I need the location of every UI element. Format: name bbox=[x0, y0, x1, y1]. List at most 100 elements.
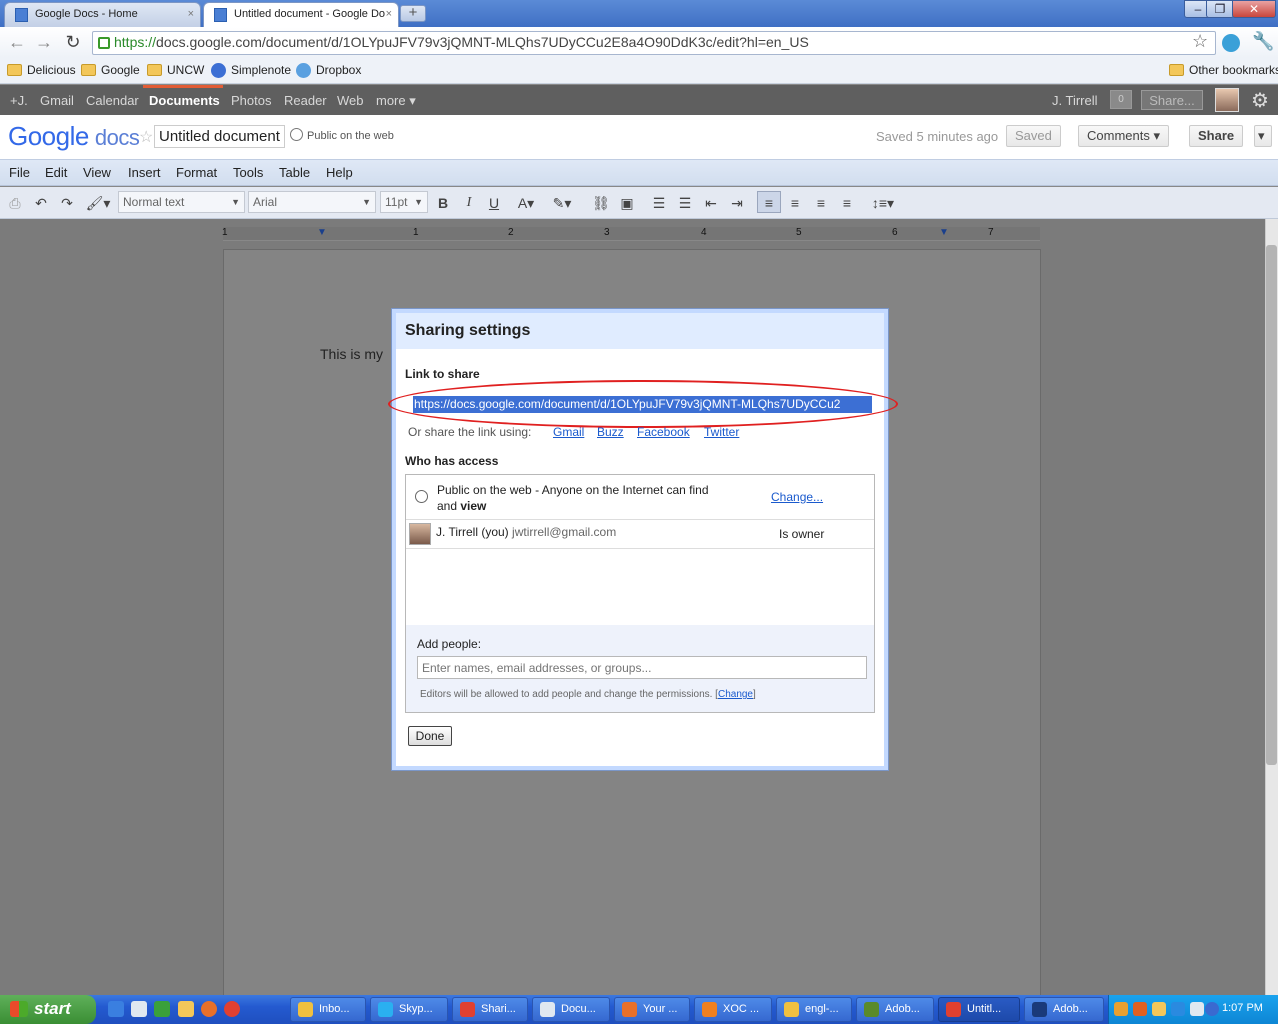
gbar-user-name[interactable]: J. Tirrell bbox=[1052, 93, 1098, 108]
highlight-color-icon[interactable]: ✎▾ bbox=[548, 195, 576, 212]
bold-icon[interactable]: B bbox=[434, 195, 452, 211]
bookmark-uncw[interactable]: UNCW bbox=[147, 63, 204, 77]
bookmark-delicious[interactable]: Delicious bbox=[7, 63, 76, 77]
clock[interactable]: 1:07 PM bbox=[1222, 1002, 1263, 1014]
add-people-input[interactable] bbox=[417, 656, 867, 679]
gbar-share-button[interactable]: Share... bbox=[1141, 90, 1203, 110]
tab-close-icon[interactable]: × bbox=[188, 3, 194, 26]
wrench-icon[interactable]: 🔧 bbox=[1252, 31, 1274, 52]
gbar-documents[interactable]: Documents bbox=[149, 93, 220, 108]
menu-file[interactable]: File bbox=[9, 165, 30, 180]
task-untitled[interactable]: Untitl... bbox=[938, 997, 1020, 1022]
gear-icon[interactable]: ⚙ bbox=[1251, 88, 1269, 113]
maximize-button[interactable]: ❐ bbox=[1206, 0, 1234, 18]
tab-untitled-document[interactable]: Untitled document - Google Do × bbox=[203, 2, 399, 27]
task-skype[interactable]: Skyp... bbox=[370, 997, 448, 1022]
menu-help[interactable]: Help bbox=[326, 165, 353, 180]
excel-icon[interactable] bbox=[154, 1001, 170, 1017]
change-permissions-link[interactable]: Change bbox=[718, 689, 753, 700]
share-button[interactable]: Share bbox=[1189, 125, 1244, 147]
redo-icon[interactable]: ↷ bbox=[58, 195, 76, 212]
tab-close-icon[interactable]: × bbox=[386, 3, 392, 26]
bookmark-simplenote[interactable]: Simplenote bbox=[211, 63, 291, 78]
comments-button[interactable]: Comments ▾ bbox=[1078, 125, 1169, 147]
increase-indent-icon[interactable]: ⇥ bbox=[728, 195, 746, 212]
menu-edit[interactable]: Edit bbox=[45, 165, 67, 180]
share-twitter-link[interactable]: Twitter bbox=[704, 425, 739, 439]
back-arrow-icon[interactable]: ← bbox=[6, 31, 28, 53]
saved-button[interactable]: Saved bbox=[1006, 125, 1061, 147]
notification-count[interactable]: 0 bbox=[1110, 90, 1132, 109]
change-visibility-link[interactable]: Change... bbox=[771, 490, 823, 504]
gbar-reader[interactable]: Reader bbox=[284, 93, 327, 108]
gbar-calendar[interactable]: Calendar bbox=[86, 93, 139, 108]
task-adobe-dw[interactable]: Adob... bbox=[856, 997, 934, 1022]
line-spacing-icon[interactable]: ↕≡▾ bbox=[868, 195, 898, 212]
menu-insert[interactable]: Insert bbox=[128, 165, 161, 180]
task-your[interactable]: Your ... bbox=[614, 997, 690, 1022]
google-docs-logo[interactable]: Google docs bbox=[8, 121, 140, 152]
italic-icon[interactable]: I bbox=[460, 195, 478, 211]
done-button[interactable]: Done bbox=[408, 726, 452, 746]
avatar[interactable] bbox=[1215, 88, 1239, 112]
tray-icon[interactable] bbox=[1114, 1002, 1128, 1016]
style-select[interactable]: Normal text ▼ bbox=[118, 191, 245, 213]
star-icon[interactable]: ☆ bbox=[139, 127, 153, 147]
undo-icon[interactable]: ↶ bbox=[32, 195, 50, 212]
task-sharing[interactable]: Shari... bbox=[452, 997, 528, 1022]
skype-extension-icon[interactable] bbox=[1222, 34, 1240, 52]
align-center-icon[interactable]: ≡ bbox=[786, 195, 804, 211]
dropbox-tray-icon[interactable] bbox=[1171, 1002, 1185, 1016]
forward-arrow-icon[interactable]: → bbox=[33, 31, 55, 53]
tab-google-docs-home[interactable]: Google Docs - Home × bbox=[4, 2, 201, 27]
task-engl[interactable]: engl-... bbox=[776, 997, 852, 1022]
new-tab-button[interactable]: + bbox=[400, 5, 426, 22]
ruler[interactable]: 1 ▼ 1 2 3 4 5 6 ▼ 7 bbox=[222, 227, 1040, 241]
print-icon[interactable]: ⎙ bbox=[6, 195, 24, 212]
window-close-button[interactable]: ✕ bbox=[1232, 0, 1276, 18]
menu-table[interactable]: Table bbox=[279, 165, 310, 180]
other-bookmarks[interactable]: Other bookmarks bbox=[1169, 63, 1278, 77]
gbar-photos[interactable]: Photos bbox=[231, 93, 271, 108]
share-gmail-link[interactable]: Gmail bbox=[553, 425, 584, 439]
font-select[interactable]: Arial ▼ bbox=[248, 191, 376, 213]
reload-icon[interactable]: ↻ bbox=[62, 31, 84, 53]
mail-tray-icon[interactable] bbox=[1152, 1002, 1166, 1016]
share-buzz-link[interactable]: Buzz bbox=[597, 425, 624, 439]
justify-icon[interactable]: ≡ bbox=[838, 195, 856, 211]
network-tray-icon[interactable] bbox=[1190, 1002, 1204, 1016]
task-adobe-ps[interactable]: Adob... bbox=[1024, 997, 1104, 1022]
document-body-text[interactable]: This is my bbox=[320, 346, 383, 362]
firefox-icon[interactable] bbox=[201, 1001, 217, 1017]
task-inbox[interactable]: Inbo... bbox=[290, 997, 366, 1022]
chrome-icon[interactable] bbox=[224, 1001, 240, 1017]
numbered-list-icon[interactable]: ☰ bbox=[650, 195, 668, 212]
gbar-plus-j[interactable]: +J. bbox=[10, 93, 28, 108]
document-title[interactable]: Untitled document bbox=[154, 125, 285, 148]
sync-tray-icon[interactable] bbox=[1205, 1002, 1219, 1016]
underline-icon[interactable]: U bbox=[485, 195, 503, 211]
bookmark-google[interactable]: Google bbox=[81, 63, 140, 77]
share-facebook-link[interactable]: Facebook bbox=[637, 425, 690, 439]
task-xoc[interactable]: XOC ... bbox=[694, 997, 772, 1022]
image-icon[interactable]: ▣ bbox=[618, 195, 636, 212]
share-menu-arrow[interactable]: ▾ bbox=[1254, 125, 1272, 147]
text-color-icon[interactable]: A▾ bbox=[512, 195, 540, 212]
link-icon[interactable]: ⛓ bbox=[592, 195, 610, 212]
menu-view[interactable]: View bbox=[83, 165, 111, 180]
gbar-gmail[interactable]: Gmail bbox=[40, 93, 74, 108]
gbar-more[interactable]: more ▾ bbox=[376, 93, 416, 109]
word-icon[interactable] bbox=[131, 1001, 147, 1017]
vlc-tray-icon[interactable] bbox=[1133, 1002, 1147, 1016]
bulleted-list-icon[interactable]: ☰ bbox=[676, 195, 694, 212]
ie-icon[interactable] bbox=[108, 1001, 124, 1017]
font-size-select[interactable]: 11pt ▼ bbox=[380, 191, 428, 213]
gbar-web[interactable]: Web bbox=[337, 93, 364, 108]
paint-format-icon[interactable]: 🖌▾ bbox=[84, 195, 112, 212]
decrease-indent-icon[interactable]: ⇤ bbox=[702, 195, 720, 212]
menu-format[interactable]: Format bbox=[176, 165, 217, 180]
align-right-icon[interactable]: ≡ bbox=[812, 195, 830, 211]
task-documents[interactable]: Docu... bbox=[532, 997, 610, 1022]
bookmark-star-icon[interactable]: ☆ bbox=[1192, 31, 1208, 52]
menu-tools[interactable]: Tools bbox=[233, 165, 263, 180]
